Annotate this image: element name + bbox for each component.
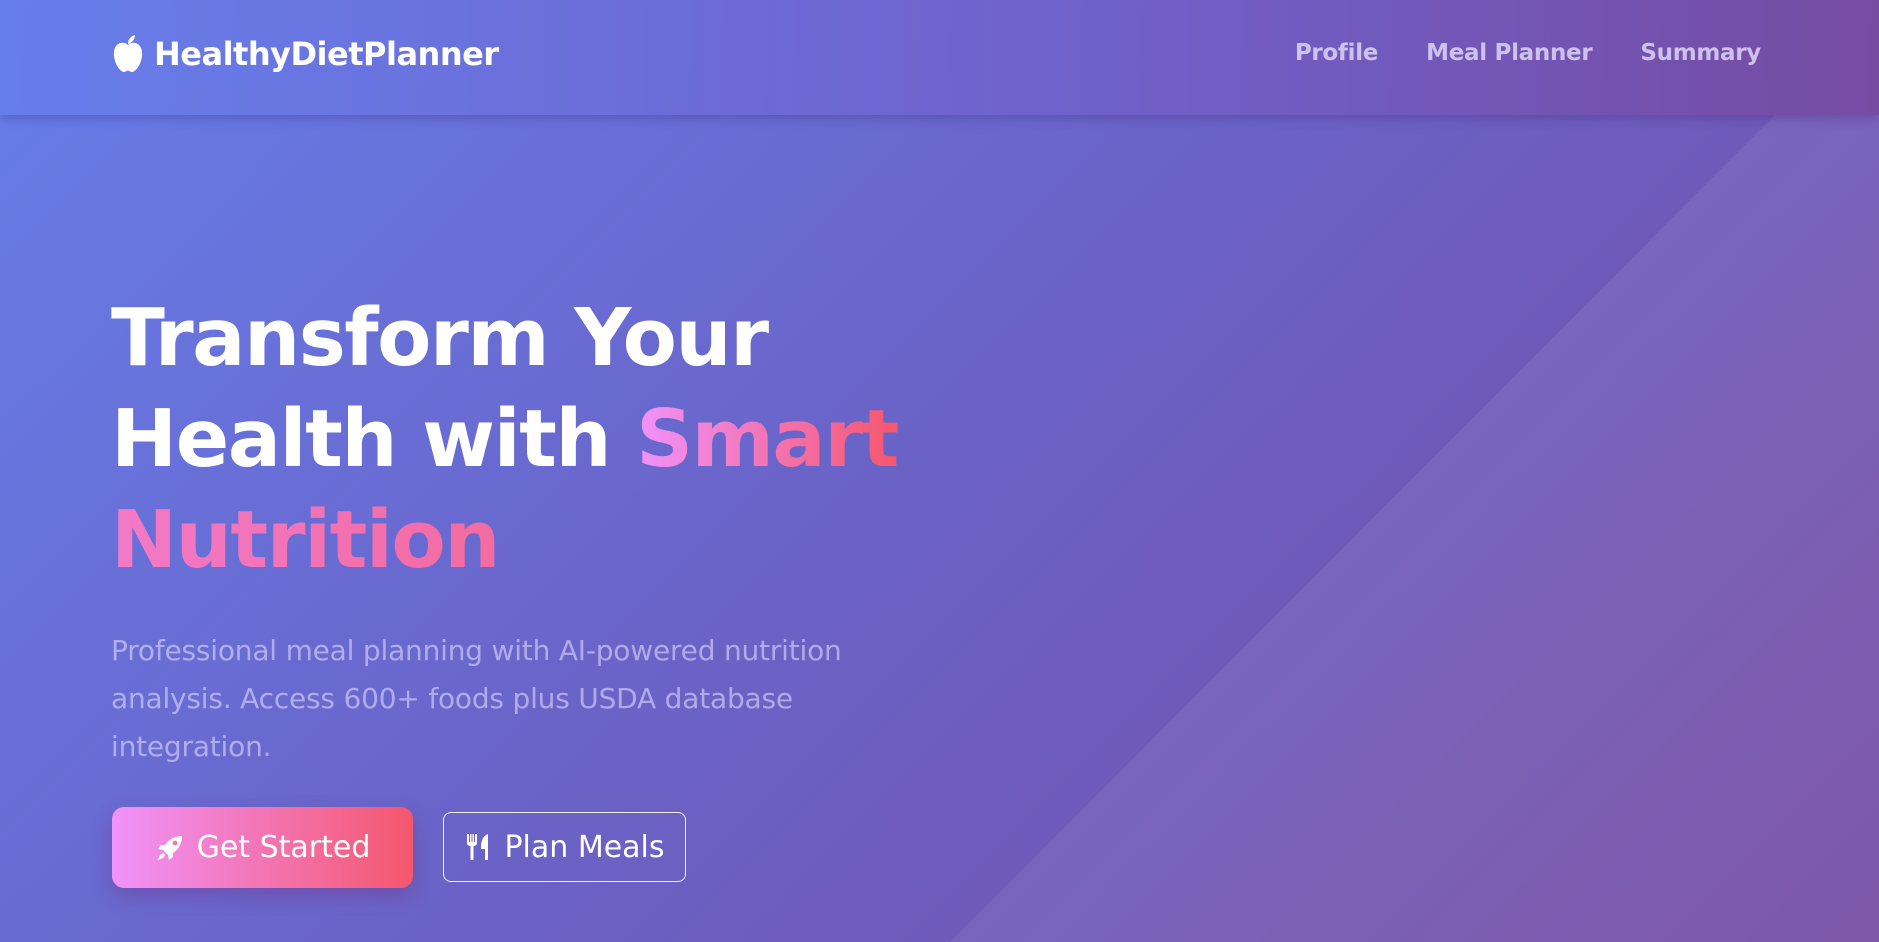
brand-name: HealthyDietPlanner: [154, 35, 499, 73]
nav-link-meal-planner[interactable]: Meal Planner: [1426, 34, 1593, 72]
nav-link-summary[interactable]: Summary: [1640, 34, 1761, 72]
hero-subtitle: Professional meal planning with AI-power…: [111, 634, 842, 763]
apple-icon: [113, 35, 143, 72]
hero-title-accent-smart: Smart: [636, 393, 899, 485]
brand[interactable]: HealthyDietPlanner: [111, 30, 499, 78]
top-navbar: HealthyDietPlanner Profile Meal Planner …: [0, 0, 1879, 115]
plan-meals-button[interactable]: Plan Meals: [443, 812, 686, 882]
rocket-icon: [157, 835, 182, 860]
hero-title-line-2: Health with Smart: [111, 389, 1011, 490]
get-started-label: Get Started: [196, 830, 371, 865]
main-nav: Profile Meal Planner Summary: [1295, 34, 1761, 72]
plan-meals-label: Plan Meals: [504, 829, 665, 865]
utensils-icon: [467, 834, 489, 860]
nav-link-profile[interactable]: Profile: [1295, 34, 1379, 72]
get-started-button[interactable]: Get Started: [112, 807, 413, 888]
hero-title-plain: Health with: [111, 393, 637, 485]
hero-title: Transform Your Health with Smart Nutriti…: [111, 288, 1011, 591]
hero-title-accent-nutrition: Nutrition: [111, 490, 1011, 591]
hero-title-line-1: Transform Your: [111, 292, 769, 384]
